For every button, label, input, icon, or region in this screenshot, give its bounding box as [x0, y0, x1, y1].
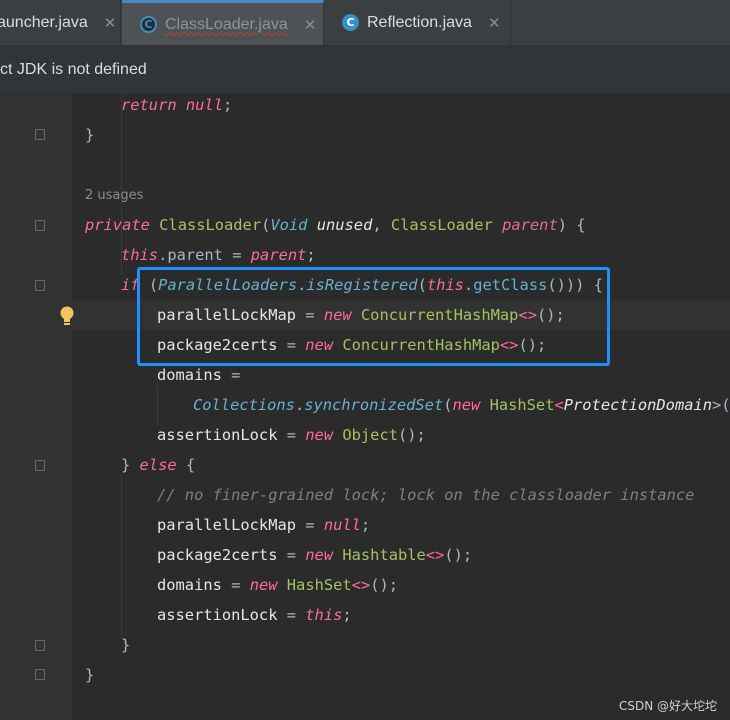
code-line: }: [85, 666, 95, 684]
banner-text: ct JDK is not defined: [0, 61, 147, 78]
close-icon[interactable]: ✕: [488, 14, 501, 32]
tab-reflection-java[interactable]: C Reflection.java ✕: [325, 0, 511, 45]
tab-label: auncher.java: [0, 13, 88, 31]
project-jdk-warning-banner: ct JDK is not defined: [0, 46, 730, 95]
usages-hint[interactable]: 2 usages: [85, 181, 143, 211]
code-line: assertionLock = new Object();: [157, 426, 426, 444]
code-line: }: [121, 636, 131, 654]
lightbulb-icon[interactable]: [59, 306, 75, 328]
code-line: package2certs = new Hashtable<>();: [157, 546, 473, 564]
tab-launcher-java[interactable]: auncher.java ✕: [0, 0, 121, 45]
editor-tab-bar: auncher.java ✕ C ClassLoader.java ✕ C Re…: [0, 0, 730, 46]
code-line: } else {: [121, 456, 196, 474]
code-line: }: [85, 126, 95, 144]
highlight-annotation-box: [137, 267, 610, 366]
code-line: parallelLockMap = null;: [157, 516, 371, 534]
tab-label: ClassLoader.java: [165, 15, 288, 33]
close-icon[interactable]: ✕: [304, 16, 317, 34]
tab-classloader-java[interactable]: C ClassLoader.java ✕: [122, 0, 324, 45]
usages-hint-line: 2 usages: [0, 181, 730, 211]
code-line: return null;: [121, 96, 233, 114]
csdn-watermark: CSDN @好大坨坨: [619, 699, 718, 713]
close-icon[interactable]: ✕: [104, 14, 117, 32]
code-line: this.parent = parent;: [121, 246, 316, 264]
code-line: domains = new HashSet<>();: [157, 576, 399, 594]
code-line: Collections.synchronizedSet(new HashSet<…: [193, 396, 730, 414]
locked-java-class-icon: C: [140, 16, 157, 33]
code-line: assertionLock = this;: [157, 606, 352, 624]
code-line: private ClassLoader(Void unused, ClassLo…: [85, 216, 586, 234]
tab-label: Reflection.java: [367, 13, 472, 31]
code-editor[interactable]: return null; } 2 usages private ClassLoa…: [0, 95, 730, 720]
code-line: // no finer-grained lock; lock on the cl…: [157, 486, 695, 504]
java-class-icon: C: [342, 14, 359, 31]
